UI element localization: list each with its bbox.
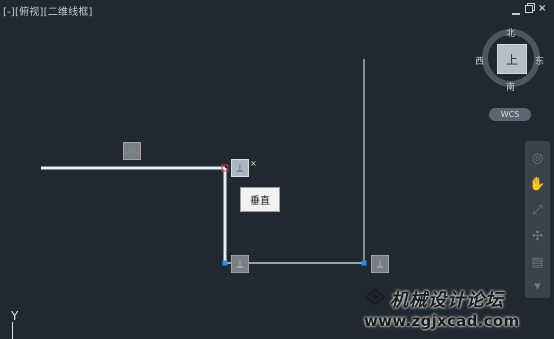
equal-constraint-icon[interactable]: ═ [123,142,141,160]
perpendicular-constraint-active-icon[interactable]: ⟂ [231,159,249,177]
grip-point-bottom-left[interactable] [222,260,228,266]
watermark: 机械设计论坛 www.zgjxcad.com [364,282,554,339]
ucs-icon [12,322,13,339]
grip-point-bottom-right[interactable] [361,260,367,266]
constraint-close-icon[interactable]: × [250,159,257,168]
perpendicular-constraint-icon[interactable]: ⟂ [371,255,389,273]
constraint-tooltip: 垂直 [240,187,280,212]
ucs-y-label: Y [11,309,19,323]
forum-logo-icon [364,288,386,306]
perpendicular-constraint-icon[interactable]: ⟂ [231,255,249,273]
watermark-title: 机械设计论坛 [390,290,504,311]
watermark-url: www.zgjxcad.com [364,312,520,330]
